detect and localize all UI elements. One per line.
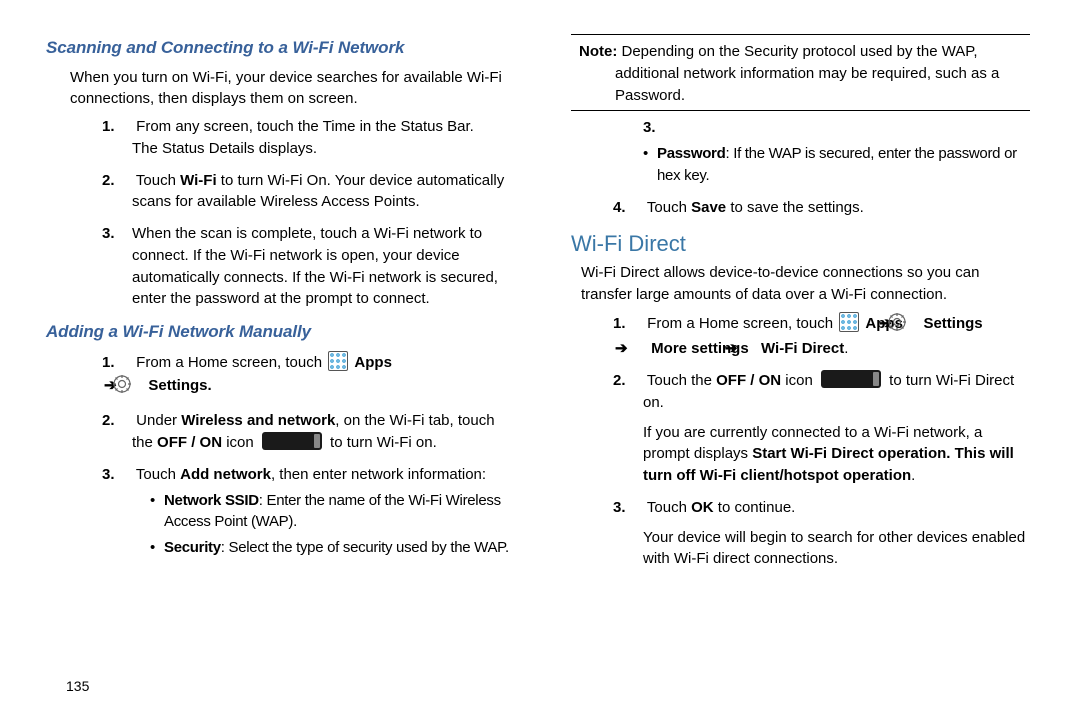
add-s3-a: Touch xyxy=(136,466,180,483)
add-s2-a: Under xyxy=(136,412,181,429)
add-s1-a: From a Home screen, touch xyxy=(136,354,326,371)
bullet-password: Password: If the WAP is secured, enter t… xyxy=(643,143,1030,187)
note-text: Depending on the Security protocol used … xyxy=(615,43,999,104)
security-text: : Select the type of security used by th… xyxy=(221,539,509,556)
page: Scanning and Connecting to a Wi-Fi Netwo… xyxy=(0,0,1080,720)
step-1-line2: The Status Details displays. xyxy=(132,140,317,157)
step-2: Touch Wi-Fi to turn Wi-Fi On. Your devic… xyxy=(132,170,519,214)
wireless-bold: Wireless and network xyxy=(181,412,335,429)
add-s2-e: icon xyxy=(222,434,258,451)
intro-scanning: When you turn on Wi-Fi, your device sear… xyxy=(60,67,519,111)
bullet-security: Security: Select the type of security us… xyxy=(150,537,519,559)
password-label: Password xyxy=(657,145,725,162)
step-3: When the scan is complete, touch a Wi-Fi… xyxy=(132,223,519,310)
wfd-s2-note: If you are currently connected to a Wi-F… xyxy=(643,422,1030,487)
steps-wifi-direct: From a Home screen, touch Apps ➔ Setting… xyxy=(571,312,1030,571)
step-4: Touch Save to save the settings. xyxy=(643,197,1030,219)
wfd-s2-g: . xyxy=(911,467,915,484)
network-info-bullets: Network SSID: Enter the name of the Wi-F… xyxy=(132,490,519,559)
ssid-label: Network SSID xyxy=(164,492,259,509)
steps-scanning: From any screen, touch the Time in the S… xyxy=(60,116,519,310)
s4c: to save the settings. xyxy=(726,199,864,216)
add-s3-c: , then enter network information: xyxy=(271,466,486,483)
heading-adding: Adding a Wi-Fi Network Manually xyxy=(46,320,519,345)
page-number: 135 xyxy=(66,678,89,694)
ok-bold: OK xyxy=(691,499,714,516)
wfd-step-2: Touch the OFF / ON icon to turn Wi-Fi Di… xyxy=(643,370,1030,487)
add-step-1: From a Home screen, touch Apps ➔ Setting… xyxy=(132,351,519,401)
left-column: Scanning and Connecting to a Wi-Fi Netwo… xyxy=(60,30,525,700)
wfd-s3-c: to continue. xyxy=(714,499,796,516)
step-1-line1: From any screen, touch the Time in the S… xyxy=(136,118,474,135)
note-rule-top xyxy=(571,34,1030,35)
bullet-ssid: Network SSID: Enter the name of the Wi-F… xyxy=(150,490,519,534)
save-bold: Save xyxy=(691,199,726,216)
s4a: Touch xyxy=(647,199,691,216)
apps-label: Apps xyxy=(354,354,392,371)
settings-label: Settings. xyxy=(148,377,211,394)
step-1: From any screen, touch the Time in the S… xyxy=(132,116,519,160)
apps-icon xyxy=(328,351,348,371)
note-block: Note: Depending on the Security protocol… xyxy=(571,41,1030,106)
offon-bold-2: OFF / ON xyxy=(716,372,781,389)
add-step-3: Touch Add network, then enter network in… xyxy=(132,464,519,559)
wfd-s3-d: Your device will begin to search for oth… xyxy=(643,527,1030,571)
right-column: Note: Depending on the Security protocol… xyxy=(565,30,1030,700)
wfd-s1-a: From a Home screen, touch xyxy=(647,315,837,332)
step-2-a: Touch xyxy=(136,172,180,189)
settings-label-2: Settings xyxy=(923,315,982,332)
offon-bold: OFF / ON xyxy=(157,434,222,451)
note-label: Note: xyxy=(579,43,617,60)
wfd-s3-a: Touch xyxy=(647,499,691,516)
note-rule-bottom xyxy=(571,110,1030,111)
intro-wifi-direct: Wi-Fi Direct allows device-to-device con… xyxy=(571,262,1030,306)
password-bullet-wrap: Password: If the WAP is secured, enter t… xyxy=(643,117,1030,186)
steps-adding: From a Home screen, touch Apps ➔ Setting… xyxy=(60,351,519,559)
password-bullets: Password: If the WAP is secured, enter t… xyxy=(643,143,1030,187)
add-step-2: Under Wireless and network, on the Wi-Fi… xyxy=(132,410,519,454)
wfd-s2-a: Touch the xyxy=(647,372,716,389)
heading-scanning: Scanning and Connecting to a Wi-Fi Netwo… xyxy=(46,36,519,61)
steps-right-cont: Password: If the WAP is secured, enter t… xyxy=(571,117,1030,218)
wfd-s2-c: icon xyxy=(781,372,817,389)
toggle-icon xyxy=(262,432,322,450)
wfd-step-1: From a Home screen, touch Apps ➔ Setting… xyxy=(643,312,1030,361)
wfd-step-3: Touch OK to continue. Your device will b… xyxy=(643,497,1030,570)
apps-icon xyxy=(839,312,859,332)
toggle-icon xyxy=(821,370,881,388)
addnetwork-bold: Add network xyxy=(180,466,271,483)
security-label: Security xyxy=(164,539,221,556)
heading-wifi-direct: Wi-Fi Direct xyxy=(571,228,1030,260)
add-s2-f: to turn Wi-Fi on. xyxy=(326,434,437,451)
wifi-bold: Wi-Fi xyxy=(180,172,217,189)
wifi-direct-label: Wi-Fi Direct xyxy=(761,340,844,357)
